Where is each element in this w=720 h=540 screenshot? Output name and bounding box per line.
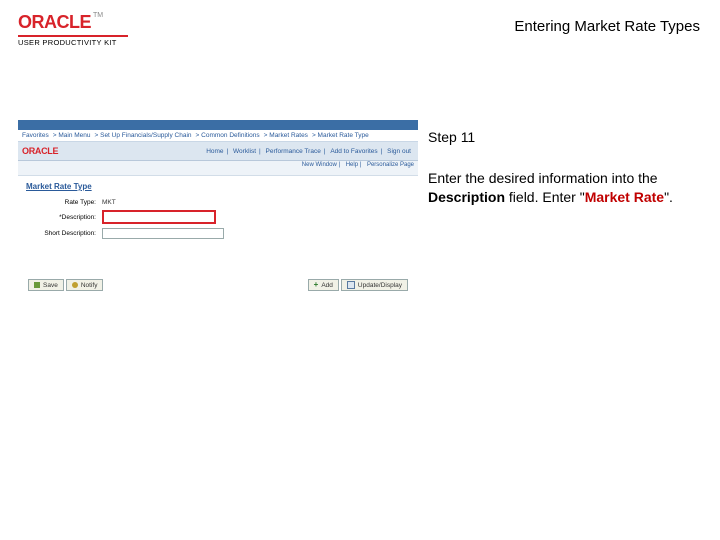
label-rate-type: Rate Type:: [26, 199, 96, 206]
nav-home[interactable]: Home: [206, 148, 223, 155]
instruction-panel: Step 11 Enter the desired information in…: [428, 128, 690, 207]
value-rate-type: MKT: [102, 199, 116, 206]
save-label: Save: [43, 282, 58, 289]
brand-subtitle: USER PRODUCTIVITY KIT: [18, 38, 128, 47]
instruction-field: Description: [428, 189, 505, 205]
trademark: TM: [93, 12, 103, 19]
instruction-pre: Enter the desired information into the: [428, 170, 658, 186]
nav-add-fav[interactable]: Add to Favorites: [330, 148, 377, 155]
brand-rule: [18, 35, 128, 37]
add-button[interactable]: +Add: [308, 279, 339, 291]
link-new-window[interactable]: New Window: [302, 162, 337, 168]
step-label: Step 11: [428, 128, 690, 147]
add-icon: +: [314, 282, 319, 288]
short-desc-input[interactable]: [102, 228, 224, 239]
instruction-text: Enter the desired information into the D…: [428, 169, 690, 207]
add-label: Add: [321, 282, 333, 289]
crumb[interactable]: Market Rates: [269, 132, 308, 139]
breadcrumbs[interactable]: Favorites> Main Menu> Set Up Financials/…: [22, 132, 373, 139]
row-rate-type: Rate Type: MKT: [26, 199, 410, 206]
app-navbar: ORACLE Home| Worklist| Performance Trace…: [18, 142, 418, 161]
instruction-value: Market Rate: [585, 189, 664, 205]
instruction-mid: field. Enter ": [505, 189, 585, 205]
nav-signout[interactable]: Sign out: [387, 148, 411, 155]
form-body: Market Rate Type Rate Type: MKT *Descrip…: [18, 176, 418, 303]
link-personalize[interactable]: Personalize Page: [367, 162, 414, 168]
form-footer: Save Notify +Add Update/Display: [26, 279, 410, 291]
app-topbar: [18, 120, 418, 130]
crumb[interactable]: Favorites: [22, 132, 49, 139]
description-input[interactable]: [102, 210, 216, 224]
page-title: Entering Market Rate Types: [514, 18, 700, 35]
nav-worklist[interactable]: Worklist: [233, 148, 256, 155]
brand-block: ORACLETM USER PRODUCTIVITY KIT: [18, 12, 128, 47]
notify-button[interactable]: Notify: [66, 279, 104, 291]
section-heading: Market Rate Type: [26, 182, 410, 191]
app-subbar: New Window | Help | Personalize Page: [18, 161, 418, 176]
oracle-logo: ORACLE: [18, 12, 91, 32]
nav-perf-trace[interactable]: Performance Trace: [266, 148, 321, 155]
crumb[interactable]: Set Up Financials/Supply Chain: [100, 132, 191, 139]
link-help[interactable]: Help: [346, 162, 358, 168]
instruction-post: ".: [664, 189, 673, 205]
label-description: *Description:: [26, 214, 96, 221]
save-button[interactable]: Save: [28, 279, 64, 291]
notify-label: Notify: [81, 282, 98, 289]
save-icon: [34, 282, 40, 288]
notify-icon: [72, 282, 78, 288]
embedded-screenshot: Favorites> Main Menu> Set Up Financials/…: [18, 120, 418, 303]
crumb[interactable]: Main Menu: [58, 132, 90, 139]
row-description: *Description:: [26, 210, 410, 224]
update-label: Update/Display: [358, 282, 402, 289]
breadcrumb-bar: Favorites> Main Menu> Set Up Financials/…: [18, 130, 418, 142]
label-short-desc: Short Description:: [26, 230, 96, 237]
nav-links: Home| Worklist| Performance Trace| Add t…: [203, 148, 414, 155]
crumb[interactable]: Market Rate Type: [318, 132, 369, 139]
oracle-logo-small: ORACLE: [22, 146, 58, 156]
update-display-button[interactable]: Update/Display: [341, 279, 408, 291]
update-icon: [347, 281, 355, 289]
row-short-desc: Short Description:: [26, 228, 410, 239]
crumb[interactable]: Common Definitions: [201, 132, 260, 139]
